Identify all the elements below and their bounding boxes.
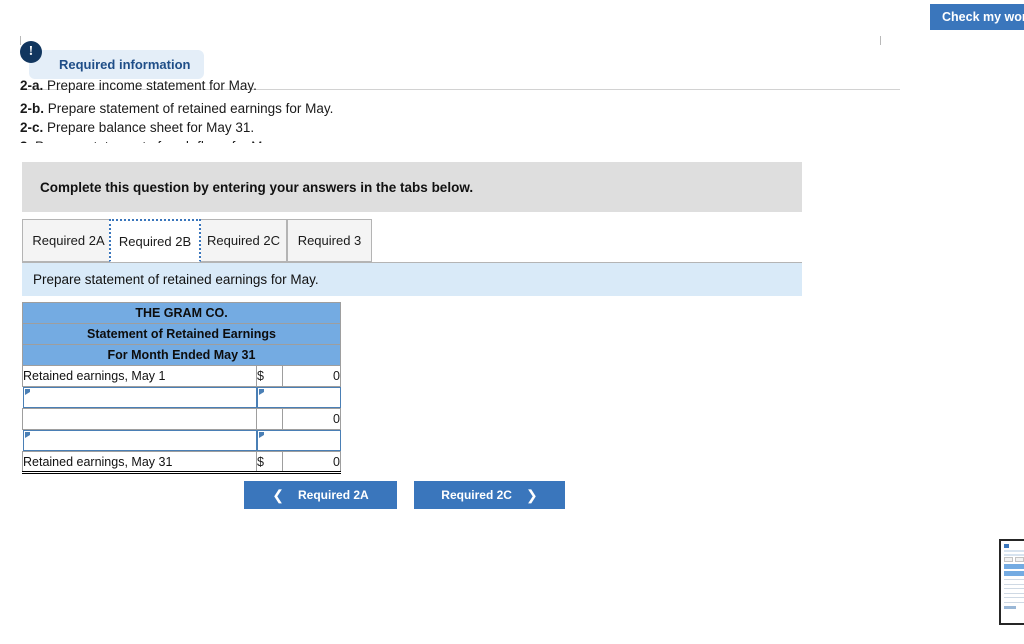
row-amount-input-cell[interactable] [256,430,341,452]
tab-required-3[interactable]: Required 3 [287,219,372,262]
row-currency-symbol: $ [256,451,283,474]
dropdown-marker-icon [258,389,264,395]
table-row: Retained earnings, May 1 $ 0 [22,365,341,387]
dropdown-marker-icon [258,432,264,438]
thumbnail-line [1004,553,1024,556]
complete-question-text: Complete this question by entering your … [40,179,474,195]
requirement-number: 2-b. [20,101,45,116]
tab-required-2a[interactable]: Required 2A [22,219,115,262]
requirement-tabs: Required 2A Required 2B Required 2C Requ… [22,219,802,263]
row-label-input[interactable] [23,431,256,450]
table-header-row: THE GRAM CO. [22,302,341,324]
tab-label: Required 3 [297,233,362,248]
tab-required-2c[interactable]: Required 2C [200,219,287,262]
table-input-row [22,430,341,452]
thumbnail-badge [1004,544,1009,548]
tab-label: Required 2B [118,233,192,249]
thumbnail-table-header [1004,564,1024,569]
prev-requirement-label: Required 2A [298,488,369,502]
row-amount: 0 [282,408,341,430]
thumbnail-line [1004,600,1024,603]
required-information-label: Required information [59,57,191,72]
thumbnail-button [1004,605,1016,609]
requirement-number: 2-c. [20,120,44,135]
requirement-item: 2-a. Prepare income statement for May. [20,80,900,95]
check-my-work-button[interactable]: Check my work [930,4,1024,30]
prev-requirement-button[interactable]: ❮ Required 2A [244,481,397,509]
row-amount-input-cell[interactable] [256,387,341,409]
row-label: Retained earnings, May 1 [22,365,257,387]
table-total-row: Retained earnings, May 31 $ 0 [22,451,341,474]
statement-title: Statement of Retained Earnings [22,323,341,345]
thumbnail-line [1004,550,1024,552]
row-label-input-cell[interactable] [22,430,257,452]
requirement-text: Prepare statement of cash flows for May. [35,139,279,143]
thumbnail-table-header [1004,570,1024,576]
exclamation-icon: ! [20,41,42,63]
thumbnail-line [1004,577,1024,580]
requirements-list: 2-a. Prepare income statement for May. 2… [20,80,900,143]
page-thumbnail-preview[interactable] [999,539,1024,625]
requirement-number: 2-a. [20,80,44,93]
page-thumbnail-content [1004,544,1024,620]
tab-label: Required 2A [32,233,105,248]
retained-earnings-table: THE GRAM CO. Statement of Retained Earni… [22,302,341,474]
thumbnail-line [1004,591,1024,594]
container-edge-tick-right [880,36,881,45]
table-header-row: For Month Ended May 31 [22,344,341,366]
thumbnail-tab [1014,557,1024,562]
thumbnail-line [1004,582,1024,585]
thumbnail-line [1004,586,1024,589]
tab-required-2b[interactable]: Required 2B [109,219,201,262]
table-row: 0 [22,408,341,430]
requirement-text: Prepare statement of retained earnings f… [47,101,334,116]
row-amount-input[interactable] [257,388,340,407]
requirement-item: 2-c. Prepare balance sheet for May 31. [20,118,900,137]
row-label [22,408,257,430]
table-input-row [22,387,341,409]
thumbnail-tabs [1004,557,1024,562]
dropdown-marker-icon [24,432,30,438]
next-requirement-label: Required 2C [441,488,512,502]
requirement-item: 3. Prepare statement of cash flows for M… [20,137,900,143]
statement-period: For Month Ended May 31 [22,344,341,366]
row-currency-symbol: $ [256,365,283,387]
tab-label: Required 2C [207,233,280,248]
chevron-left-icon: ❮ [272,487,285,503]
dropdown-marker-icon [24,389,30,395]
required-information-pill: Required information [29,50,205,79]
requirement-number: 3. [20,139,31,143]
row-label-input-cell[interactable] [22,387,257,409]
row-amount: 0 [282,451,341,474]
container-edge-tick-left [20,36,21,45]
row-currency-symbol [256,408,283,430]
chevron-right-icon: ❯ [525,487,538,503]
row-amount-input[interactable] [257,431,340,450]
sub-instruction-text: Prepare statement of retained earnings f… [33,272,319,287]
statement-company-name: THE GRAM CO. [22,302,341,324]
complete-question-banner: Complete this question by entering your … [22,162,802,212]
sub-instruction-bar: Prepare statement of retained earnings f… [22,263,802,296]
next-requirement-button[interactable]: Required 2C ❯ [414,481,565,509]
row-label-input[interactable] [23,388,256,407]
row-amount: 0 [282,365,341,387]
row-label: Retained earnings, May 31 [22,451,257,474]
thumbnail-tab [1004,557,1013,562]
thumbnail-line [1004,595,1024,598]
requirement-text: Prepare income statement for May. [47,80,257,93]
requirement-text: Prepare balance sheet for May 31. [47,120,255,135]
table-header-row: Statement of Retained Earnings [22,323,341,345]
requirement-item: 2-b. Prepare statement of retained earni… [20,99,900,118]
